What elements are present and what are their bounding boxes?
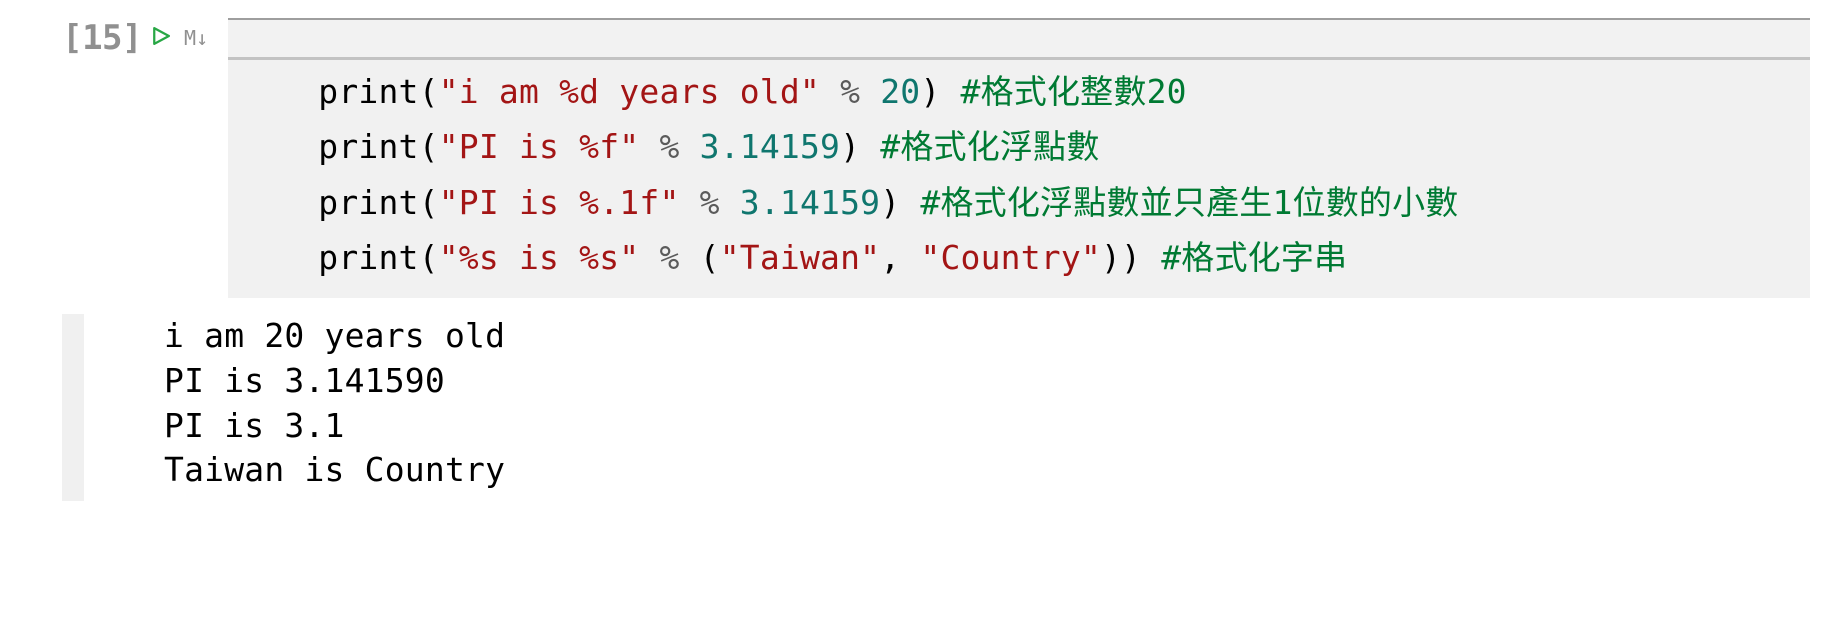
code-token: "i am %d years old" [439,72,820,111]
code-token: ( [419,183,439,222]
code-token: ( [419,238,439,277]
code-token: ) [840,127,880,166]
code-token [680,183,700,222]
code-token: , [880,238,920,277]
code-token [820,72,840,111]
code-token: ) [920,72,960,111]
code-token: % [700,183,720,222]
cell-output-row: i am 20 years old PI is 3.141590 PI is 3… [0,314,1830,502]
code-token [639,127,659,166]
run-icon[interactable] [152,26,170,46]
code-token: % [659,238,679,277]
cell-left-indicator [0,18,18,298]
code-token: "%s is %s" [439,238,640,277]
code-line: print("PI is %.1f" % 3.14159) #格式化浮點數並只產… [238,175,1800,230]
code-token: #格式化整數20 [961,72,1187,111]
code-token: ) [880,183,920,222]
code-token: "Taiwan" [720,238,881,277]
output-spacer [84,314,154,502]
code-token [680,127,700,166]
code-token: ( [419,72,439,111]
code-line: print("i am %d years old" % 20) #格式化整數20 [238,64,1800,119]
code-token: print [318,183,418,222]
code-token: ( [680,238,720,277]
code-line: print("PI is %f" % 3.14159) #格式化浮點數 [238,119,1800,174]
code-line: print("%s is %s" % ("Taiwan", "Country")… [238,230,1800,285]
code-token: #格式化浮點數 [880,127,1099,166]
code-token: 3.14159 [700,127,840,166]
code-token: print [318,72,418,111]
code-token [639,238,659,277]
code-token: print [318,238,418,277]
code-token: )) [1101,238,1161,277]
code-token: "PI is %.1f" [439,183,680,222]
code-token: ( [419,127,439,166]
output-left-indicator [0,314,18,502]
code-editor[interactable]: print("i am %d years old" % 20) #格式化整數20… [228,60,1810,298]
cell-output: i am 20 years old PI is 3.141590 PI is 3… [154,314,515,502]
code-token [860,72,880,111]
cell-controls: M↓ [152,18,228,298]
cell-content: print("i am %d years old" % 20) #格式化整數20… [228,18,1810,298]
code-token: % [659,127,679,166]
code-token: "PI is %f" [439,127,640,166]
cell-execution-count: [15] [62,18,142,59]
notebook-cell: [15] M↓ print("i am %d years old" % 20) … [0,0,1830,298]
code-token: "Country" [920,238,1101,277]
code-token: #格式化浮點數並只產生1位數的小數 [920,183,1458,222]
code-token: print [318,127,418,166]
code-token: #格式化字串 [1161,238,1347,277]
markdown-toggle-button[interactable]: M↓ [184,26,208,48]
code-token: 20 [880,72,920,111]
cell-toolbar-strip [228,18,1810,60]
code-token: % [840,72,860,111]
output-gutter [62,314,84,502]
cell-prompt-column: [15] [22,18,152,298]
code-token [720,183,740,222]
code-token: 3.14159 [740,183,880,222]
